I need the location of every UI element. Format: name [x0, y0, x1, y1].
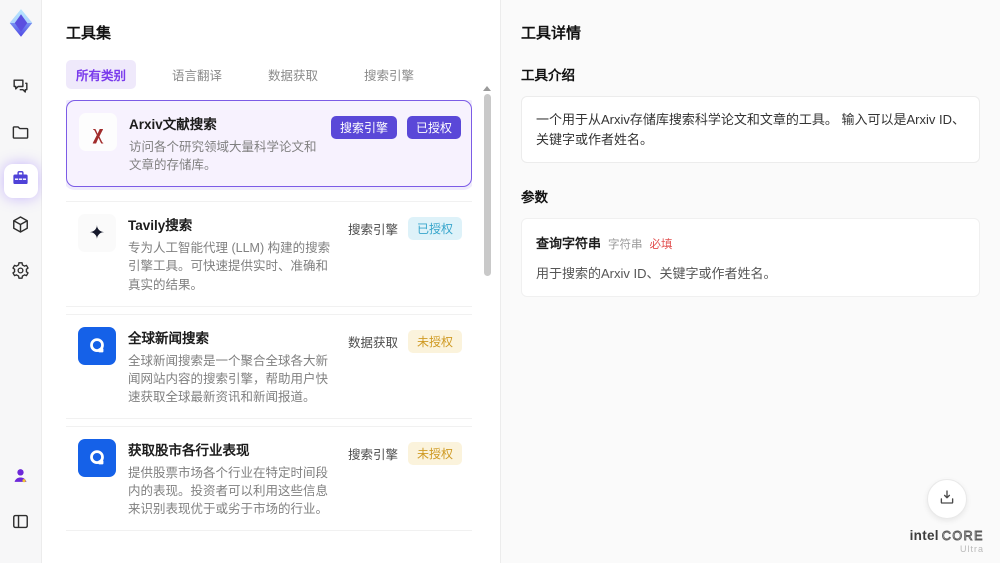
folder-icon	[11, 123, 30, 147]
sidebar-item-tools[interactable]	[3, 164, 38, 198]
tool-card-title: Tavily搜索	[128, 218, 193, 234]
tool-card-description: 全球新闻搜索是一个聚合全球各大新闻网站内容的搜索引擎，帮助用户快速获取全球最新资…	[128, 353, 329, 404]
news-service-logo-icon	[78, 326, 116, 365]
tab-1[interactable]: 语言翻译	[162, 60, 232, 89]
status-badge-authorized: 已授权	[406, 116, 461, 139]
tool-card[interactable]: 获取股市各行业表现提供股票市场各个行业在特定时间段内的表现。投资者可以利用这些信…	[66, 426, 472, 532]
tab-2[interactable]: 数据获取	[258, 60, 328, 89]
tool-card-description: 访问各个研究领域大量科学论文和文章的存储库。	[129, 140, 317, 173]
tool-card-title: 全球新闻搜索	[128, 330, 209, 346]
tool-category-label: 搜索引擎	[347, 448, 398, 462]
parameter-description: 用于搜索的Arxiv ID、关键字或作者姓名。	[536, 266, 777, 281]
tab-0[interactable]: 所有类别	[66, 60, 137, 89]
tool-card-title: Arxiv文献搜索	[129, 117, 217, 132]
tool-card-list: χ Arxiv文献搜索 访问各个研究领域大量科学论文和文章的存储库。 搜索引擎 已授权 ✦…	[66, 100, 472, 535]
sidebar-item-chat[interactable]	[4, 72, 38, 106]
category-tabs: 所有类别 语言翻译 数据获取 搜索引擎	[66, 60, 472, 89]
params-heading: 参数	[521, 190, 548, 205]
scrollbar-thumb[interactable]	[483, 94, 491, 276]
scrollbar-up-arrow-icon[interactable]	[483, 86, 491, 91]
status-badge-unauthorized: 未授权	[407, 442, 462, 465]
sidebar-item-account[interactable]	[4, 461, 38, 495]
tool-card-title: 获取股市各行业表现	[128, 443, 250, 458]
intro-heading: 工具介绍	[521, 68, 575, 83]
cube-icon	[11, 215, 30, 239]
list-scrollbar[interactable]	[483, 86, 491, 555]
sidebar-item-collapse[interactable]	[4, 507, 38, 541]
parameter-type: 字符串	[608, 239, 643, 251]
tool-category-label: 搜索引擎	[347, 223, 398, 238]
intel-core-logo: intel CORE Ultra	[909, 527, 984, 555]
gear-icon	[11, 261, 30, 285]
sidebar	[0, 0, 42, 563]
download-icon	[938, 488, 956, 509]
status-badge-authorized: 已授权	[407, 217, 462, 241]
chat-icon	[11, 77, 30, 101]
status-badge-unauthorized: 未授权	[407, 329, 462, 353]
news-service-logo-icon	[78, 439, 116, 477]
tool-card[interactable]: ✦ Tavily搜索专为人工智能代理 (LLM) 构建的搜索引擎工具。可快速提供实…	[66, 201, 472, 307]
tools-list-panel: 工具集 所有类别 语言翻译 数据获取 搜索引擎 χ Arxiv文献搜索 访问各个研究领域大…	[42, 0, 500, 563]
app-logo-icon	[6, 8, 36, 38]
app-window: 工具集 所有类别 语言翻译 数据获取 搜索引擎 χ Arxiv文献搜索 访问各个研究领域大…	[0, 0, 1000, 563]
floating-corner-widgets: intel CORE Ultra	[909, 478, 984, 555]
page-title: 工具集	[66, 25, 112, 42]
arxiv-logo-icon: χ	[79, 113, 117, 151]
details-title: 工具详情	[521, 25, 582, 42]
sidebar-item-settings[interactable]	[4, 256, 38, 290]
tool-category-label: 搜索引擎	[330, 116, 397, 139]
parameter-required-flag: 必填	[649, 239, 673, 251]
sidebar-item-packages[interactable]	[4, 210, 38, 244]
sidebar-item-files[interactable]	[4, 118, 38, 152]
parameter-name: 查询字符串	[536, 236, 602, 251]
download-button[interactable]	[926, 478, 967, 519]
toolbox-icon	[11, 169, 30, 193]
tavily-logo-icon: ✦	[78, 214, 116, 253]
tool-card[interactable]: 全球新闻搜索全球新闻搜索是一个聚合全球各大新闻网站内容的搜索引擎，帮助用户快速获…	[66, 313, 472, 419]
tool-intro-text: 一个用于从Arxiv存储库搜索科学论文和文章的工具。 输入可以是Arxiv ID…	[521, 96, 980, 163]
tab-3[interactable]: 搜索引擎	[354, 60, 424, 89]
tool-card-description: 专为人工智能代理 (LLM) 构建的搜索引擎工具。可快速提供实时、准确和真实的结…	[128, 241, 331, 292]
parameter-card: 查询字符串 字符串 必填 用于搜索的Arxiv ID、关键字或作者姓名。	[521, 218, 980, 297]
user-avatar-icon	[11, 466, 30, 490]
tool-card[interactable]: χ Arxiv文献搜索访问各个研究领域大量科学论文和文章的存储库。 搜索引擎 已授权	[66, 100, 472, 188]
panel-toggle-icon	[11, 512, 30, 536]
tool-category-label: 数据获取	[347, 335, 398, 350]
tool-card-description: 提供股票市场各个行业在特定时间段内的表现。投资者可以利用这些信息来识别表现优于或…	[128, 466, 329, 517]
parameter-header: 查询字符串 字符串 必填	[536, 233, 965, 253]
